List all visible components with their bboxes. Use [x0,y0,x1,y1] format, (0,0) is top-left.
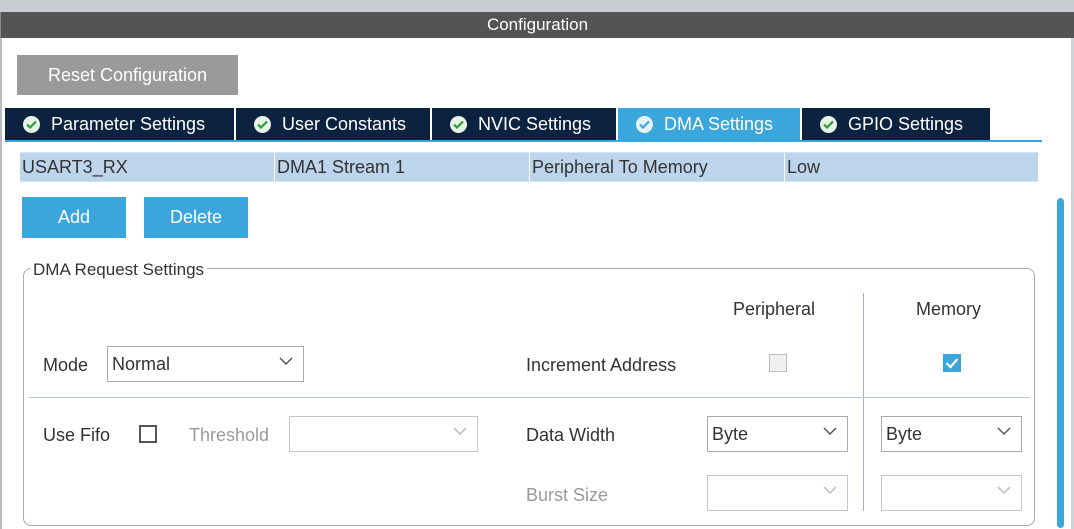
dma-stream-cell: DMA1 Stream 1 [275,153,530,181]
delete-button[interactable]: Delete [144,197,248,238]
memory-column-header: Memory [916,299,982,319]
memory-data-width-select[interactable]: Byte [881,416,1022,452]
chevron-down-icon [997,427,1011,436]
tab-label: NVIC Settings [478,113,592,134]
use-fifo-checkbox[interactable] [139,425,157,443]
checkmark-icon [945,358,959,369]
reset-configuration-button[interactable]: Reset Configuration [17,55,238,95]
window-top-strip [0,0,1074,12]
tab-dma-settings[interactable]: DMA Settings [618,108,802,140]
check-circle-icon [820,115,837,133]
column-divider [863,293,864,511]
mode-label: Mode [43,355,89,375]
mode-select[interactable]: Normal [107,346,304,382]
mode-select-value: Normal [112,353,171,374]
add-button[interactable]: Add [22,197,126,238]
tab-nvic-settings[interactable]: NVIC Settings [432,108,618,140]
section-divider [28,397,1030,398]
check-circle-icon [23,115,40,133]
check-circle-icon [254,115,271,133]
tab-label: GPIO Settings [848,113,964,134]
vertical-scrollbar[interactable] [1057,198,1064,528]
window-title: Configuration [0,12,1074,38]
peripheral-data-width-value: Byte [712,423,749,444]
tab-user-constants[interactable]: User Constants [236,108,432,140]
tab-label: User Constants [282,113,407,134]
chevron-down-icon [453,427,467,436]
dma-direction-cell: Peripheral To Memory [530,153,785,181]
tab-underline [5,140,1042,142]
chevron-down-icon [823,486,837,495]
tab-gpio-settings[interactable]: GPIO Settings [802,108,990,140]
peripheral-data-width-select[interactable]: Byte [707,416,848,452]
settings-tabs: Parameter Settings User Constants NVIC S… [5,108,990,140]
dma-request-cell: USART3_RX [20,153,275,181]
panel-left-border [0,38,2,529]
threshold-select[interactable] [289,416,478,452]
threshold-label: Threshold [189,425,270,445]
chevron-down-icon [823,427,837,436]
tab-label: Parameter Settings [51,113,206,134]
window-title-text: Configuration [486,15,589,34]
dma-priority-cell: Low [787,156,821,177]
table-row[interactable]: USART3_RX DMA1 Stream 1 Peripheral To Me… [20,152,1038,182]
check-circle-icon [450,115,467,133]
burst-size-label: Burst Size [526,485,609,505]
memory-burst-size-select[interactable] [881,475,1022,511]
chevron-down-icon [997,486,1011,495]
group-legend: DMA Request Settings [30,260,208,280]
increment-address-label: Increment Address [526,355,677,375]
tab-parameter-settings[interactable]: Parameter Settings [5,108,236,140]
memory-increment-checkbox[interactable] [943,354,961,372]
memory-data-width-value: Byte [886,423,923,444]
tab-label: DMA Settings [664,113,774,134]
check-circle-icon [636,115,653,133]
peripheral-increment-checkbox[interactable] [769,354,787,372]
peripheral-column-header: Peripheral [733,299,816,319]
chevron-down-icon [279,357,293,366]
peripheral-burst-size-select[interactable] [707,475,848,511]
use-fifo-label: Use Fifo [43,425,111,445]
data-width-label: Data Width [526,425,616,445]
